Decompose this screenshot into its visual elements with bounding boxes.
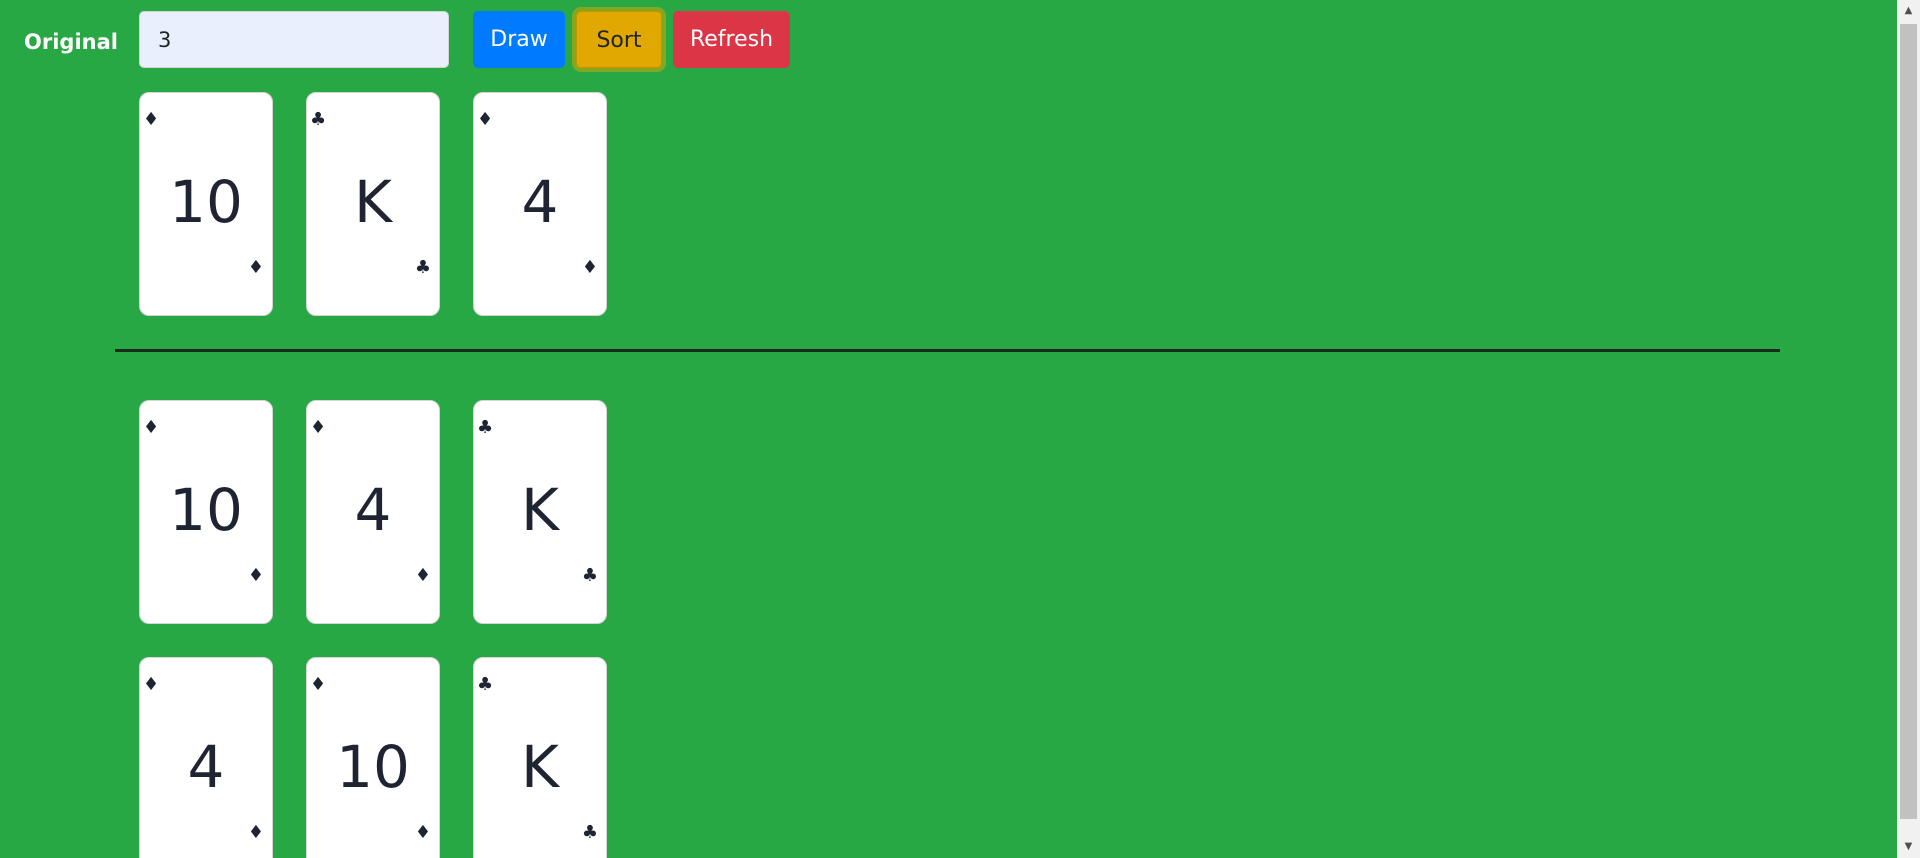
diamonds-icon: ♦ xyxy=(247,565,264,586)
original-label: Original xyxy=(24,30,118,54)
playing-card: ♣ K ♣ xyxy=(306,92,440,316)
diamonds-icon: ♦ xyxy=(477,109,494,130)
clubs-icon: ♣ xyxy=(477,417,494,438)
playing-card: ♦ 10 ♦ xyxy=(306,657,440,858)
vertical-scrollbar[interactable]: ▲ ▼ xyxy=(1897,0,1920,858)
clubs-icon: ♣ xyxy=(581,565,598,586)
diamonds-icon: ♦ xyxy=(143,674,160,695)
diamonds-icon: ♦ xyxy=(247,257,264,278)
clubs-icon: ♣ xyxy=(581,822,598,843)
clubs-icon: ♣ xyxy=(414,257,431,278)
card-rank: 4 xyxy=(187,733,225,801)
sort-button[interactable]: Sort xyxy=(576,11,662,68)
toolbar: Original Draw Sort Refresh xyxy=(0,0,1900,84)
card-count-input[interactable] xyxy=(139,11,449,68)
refresh-button[interactable]: Refresh xyxy=(673,11,790,68)
card-rank: 10 xyxy=(336,733,410,801)
card-sorter-page: Original Draw Sort Refresh ♦ 10 ♦ ♣ K ♣ … xyxy=(0,0,1920,858)
card-rank: 4 xyxy=(354,476,392,544)
diamonds-icon: ♦ xyxy=(143,417,160,438)
scroll-down-arrow-icon[interactable]: ▼ xyxy=(1897,838,1920,856)
section-divider xyxy=(115,349,1780,352)
diamonds-icon: ♦ xyxy=(581,257,598,278)
playing-card: ♦ 4 ♦ xyxy=(139,657,273,858)
playing-card: ♦ 4 ♦ xyxy=(306,400,440,624)
clubs-icon: ♣ xyxy=(310,109,327,130)
card-rank: K xyxy=(353,168,393,236)
draw-button[interactable]: Draw xyxy=(473,11,565,68)
playing-card: ♦ 10 ♦ xyxy=(139,400,273,624)
original-hand-row: ♦ 10 ♦ ♣ K ♣ ♦ 4 ♦ xyxy=(139,92,609,316)
clubs-icon: ♣ xyxy=(477,674,494,695)
diamonds-icon: ♦ xyxy=(414,822,431,843)
card-rank: K xyxy=(520,476,560,544)
playing-card: ♣ K ♣ xyxy=(473,400,607,624)
playing-card: ♦ 10 ♦ xyxy=(139,92,273,316)
playing-card: ♣ K ♣ xyxy=(473,657,607,858)
diamonds-icon: ♦ xyxy=(414,565,431,586)
sort-step-row: ♦ 10 ♦ ♦ 4 ♦ ♣ K ♣ xyxy=(139,400,609,624)
sort-step-row: ♦ 4 ♦ ♦ 10 ♦ ♣ K ♣ xyxy=(139,657,609,858)
playing-card: ♦ 4 ♦ xyxy=(473,92,607,316)
diamonds-icon: ♦ xyxy=(310,417,327,438)
diamonds-icon: ♦ xyxy=(310,674,327,695)
diamonds-icon: ♦ xyxy=(143,109,160,130)
card-rank: 10 xyxy=(169,476,243,544)
scroll-up-arrow-icon[interactable]: ▲ xyxy=(1897,2,1920,20)
diamonds-icon: ♦ xyxy=(247,822,264,843)
card-rank: 10 xyxy=(169,168,243,236)
card-rank: K xyxy=(520,733,560,801)
scrollbar-thumb[interactable] xyxy=(1900,24,1917,819)
card-rank: 4 xyxy=(521,168,559,236)
